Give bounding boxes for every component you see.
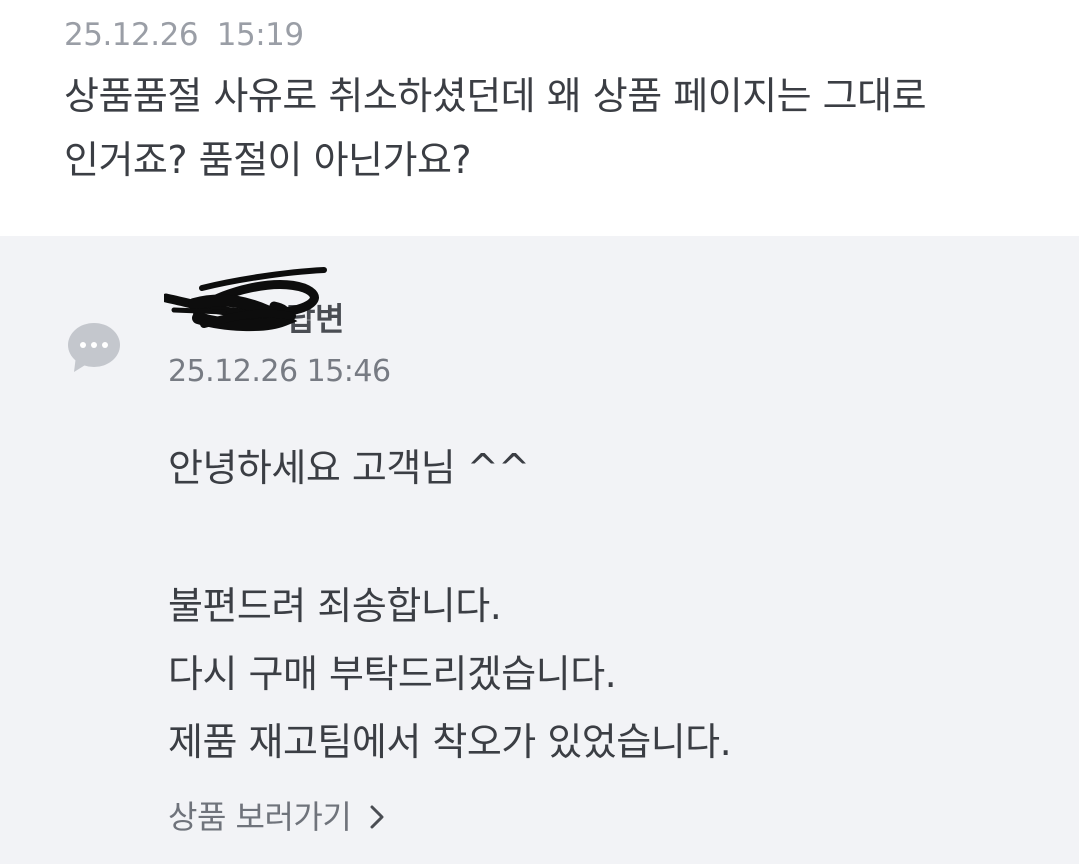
answer-line: 제품 재고팀에서 착오가 있었습니다. <box>168 720 732 764</box>
answer-body: 안녕하세요 고객님 ^^ 불편드려 죄송합니다. 다시 구매 부탁드리겠습니다.… <box>168 434 1048 776</box>
answer-line: 다시 구매 부탁드리겠습니다. <box>168 652 617 696</box>
view-product-label: 상품 보러가기 <box>168 798 352 836</box>
question-section: 25.12.26 15:19 상품품절 사유로 취소하셨던데 왜 상품 페이지는… <box>0 0 1079 236</box>
question-text-line: 상품품절 사유로 취소하셨던데 왜 상품 페이지는 그대로 <box>64 74 927 118</box>
answer-line: 불편드려 죄송합니다. <box>168 584 502 628</box>
view-product-link[interactable]: 상품 보러가기 <box>168 794 385 840</box>
answer-line: 안녕하세요 고객님 ^^ <box>168 446 530 490</box>
chat-bubble-icon <box>68 323 120 372</box>
answer-date: 25.12.26 15:46 <box>168 354 391 389</box>
answer-line <box>168 502 1048 572</box>
redaction-scribble <box>164 267 327 332</box>
chevron-right-icon <box>370 805 384 829</box>
answer-author: 답변 <box>164 267 344 342</box>
question-date: 25.12.26 15:19 <box>64 17 304 53</box>
question-text: 상품품절 사유로 취소하셨던데 왜 상품 페이지는 그대로 인거죠? 품절이 아… <box>64 64 1024 192</box>
question-text-line: 인거죠? 품절이 아닌가요? <box>64 138 472 182</box>
